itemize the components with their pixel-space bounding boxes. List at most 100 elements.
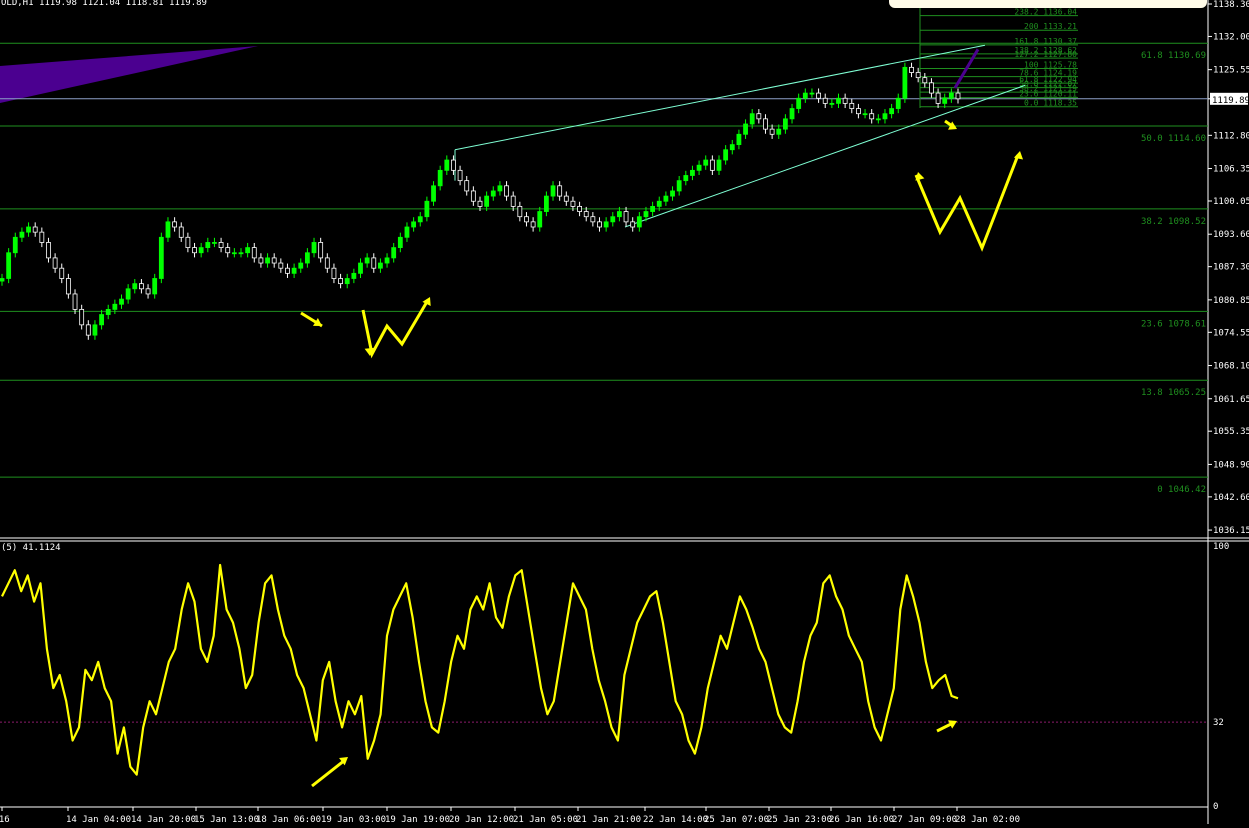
candle-body bbox=[869, 113, 875, 120]
candle-body bbox=[769, 128, 775, 135]
price-tick-label: 1106.35 bbox=[1213, 165, 1249, 175]
candle-body bbox=[603, 221, 609, 228]
fib-label-13.8: 13.8 1065.25 bbox=[1141, 388, 1206, 398]
candle-body bbox=[517, 205, 523, 218]
candle-body bbox=[172, 221, 178, 228]
annotation-zigzag-1 bbox=[361, 299, 430, 359]
candle-body bbox=[0, 278, 5, 282]
candle-body bbox=[192, 247, 197, 254]
candle-body bbox=[158, 236, 164, 279]
candle-body bbox=[278, 262, 284, 269]
candle-body bbox=[729, 144, 735, 151]
price-chart-svg[interactable]: 61.8 1130.69 50.0 1114.60 38.2 1098.52 23.6… bbox=[0, 0, 1249, 825]
candle-body bbox=[723, 149, 729, 161]
candle-body bbox=[570, 200, 576, 207]
candle-body bbox=[324, 257, 330, 269]
candle-body bbox=[26, 226, 31, 233]
minor-fib-label-200: 200 1133.21 bbox=[1024, 22, 1077, 31]
candle-body bbox=[789, 108, 795, 120]
candle-body bbox=[550, 185, 556, 197]
candle-body bbox=[703, 159, 709, 166]
time-tick-label: 21 Jan 05:00 bbox=[513, 815, 578, 824]
annotation-arrow-indicator-left bbox=[311, 758, 346, 788]
indicator-label: (5) 41.1124 bbox=[1, 543, 61, 553]
candle-body bbox=[822, 97, 828, 104]
candle-body bbox=[457, 169, 463, 182]
annotation-zigzag-2 bbox=[914, 154, 1020, 252]
candle-body bbox=[311, 242, 317, 254]
candle-body bbox=[597, 221, 602, 228]
time-tick-label: 25 Jan 07:00 bbox=[704, 815, 769, 824]
price-tick-label: 1093.60 bbox=[1213, 230, 1249, 240]
candle-body bbox=[79, 308, 85, 326]
candle-body bbox=[882, 113, 888, 120]
candle-body bbox=[683, 175, 689, 182]
candle-body bbox=[451, 159, 456, 171]
candle-body bbox=[816, 92, 821, 99]
candle-body bbox=[636, 216, 642, 228]
candle-body bbox=[52, 257, 58, 269]
time-tick-label: 25 Jan 23:00 bbox=[767, 815, 832, 824]
candle-body bbox=[391, 247, 397, 259]
candle-body bbox=[424, 200, 430, 218]
symbol-label: OLD,H1 bbox=[1, 0, 34, 8]
candle-body bbox=[537, 211, 543, 228]
minor-fib-label-127.2: 127.2 1127.80 bbox=[1014, 50, 1077, 59]
candle-body bbox=[948, 92, 954, 99]
candle-body bbox=[875, 118, 881, 121]
candle-body bbox=[411, 221, 417, 228]
candle-body bbox=[371, 257, 377, 269]
minor-fib-label-0.0: 0.0 1118.35 bbox=[1024, 99, 1077, 108]
candle-body bbox=[331, 267, 337, 279]
purple-triangle-shape bbox=[0, 46, 258, 103]
candle-body bbox=[862, 113, 868, 116]
candle-body bbox=[842, 97, 848, 104]
candle-body bbox=[776, 128, 782, 135]
price-tick-label: 1036.15 bbox=[1213, 526, 1249, 536]
ohlc-close: 1119.89 bbox=[169, 0, 207, 8]
price-tick-label: 1087.30 bbox=[1213, 263, 1249, 273]
time-tick-label: 26 Jan 16:00 bbox=[829, 815, 894, 824]
candle-body bbox=[19, 231, 25, 238]
candle-body bbox=[212, 242, 217, 244]
candle-body bbox=[524, 216, 529, 223]
candle-body bbox=[265, 257, 270, 264]
price-tick-label: 1042.60 bbox=[1213, 493, 1249, 503]
fib-label-61.8: 61.8 1130.69 bbox=[1141, 51, 1206, 61]
candle-body bbox=[856, 108, 861, 115]
candle-body bbox=[543, 195, 549, 212]
candle-body bbox=[909, 66, 914, 73]
candle-body bbox=[437, 169, 443, 187]
candle-body bbox=[32, 226, 38, 233]
candle-body bbox=[378, 262, 383, 269]
candle-body bbox=[99, 314, 104, 326]
candle-body bbox=[285, 267, 290, 274]
candle-body bbox=[530, 221, 536, 228]
candle-body bbox=[145, 288, 151, 295]
candle-body bbox=[218, 242, 224, 248]
candle-body bbox=[65, 278, 71, 295]
candle-body bbox=[590, 216, 596, 223]
fib-label-50.0: 50.0 1114.60 bbox=[1141, 134, 1206, 144]
candle-body bbox=[650, 205, 656, 212]
price-tick-label: 1068.10 bbox=[1213, 362, 1249, 372]
candle-body bbox=[105, 308, 111, 315]
candle-body bbox=[490, 190, 496, 197]
candle-body bbox=[464, 180, 470, 192]
candle-body bbox=[663, 195, 669, 202]
trading-chart[interactable]: 61.8 1130.69 50.0 1114.60 38.2 1098.52 23.6… bbox=[0, 0, 1249, 825]
candle-body bbox=[358, 262, 363, 274]
time-tick-label: 28 Jan 02:00 bbox=[955, 815, 1020, 824]
candle-body bbox=[92, 324, 98, 336]
ohlc-low: 1118.81 bbox=[125, 0, 164, 8]
tooltip-box bbox=[889, 0, 1207, 8]
candle-body bbox=[231, 252, 237, 255]
time-tick-label: 22 Jan 14:00 bbox=[643, 815, 708, 824]
candle-body bbox=[178, 226, 184, 238]
candle-body bbox=[404, 226, 410, 238]
candle-body bbox=[344, 278, 350, 285]
fib-label-38.2: 38.2 1098.52 bbox=[1141, 217, 1206, 227]
price-tick-label: 1100.05 bbox=[1213, 197, 1249, 207]
candle-body bbox=[152, 278, 158, 295]
ohlc-open: 1119.98 bbox=[38, 0, 77, 8]
